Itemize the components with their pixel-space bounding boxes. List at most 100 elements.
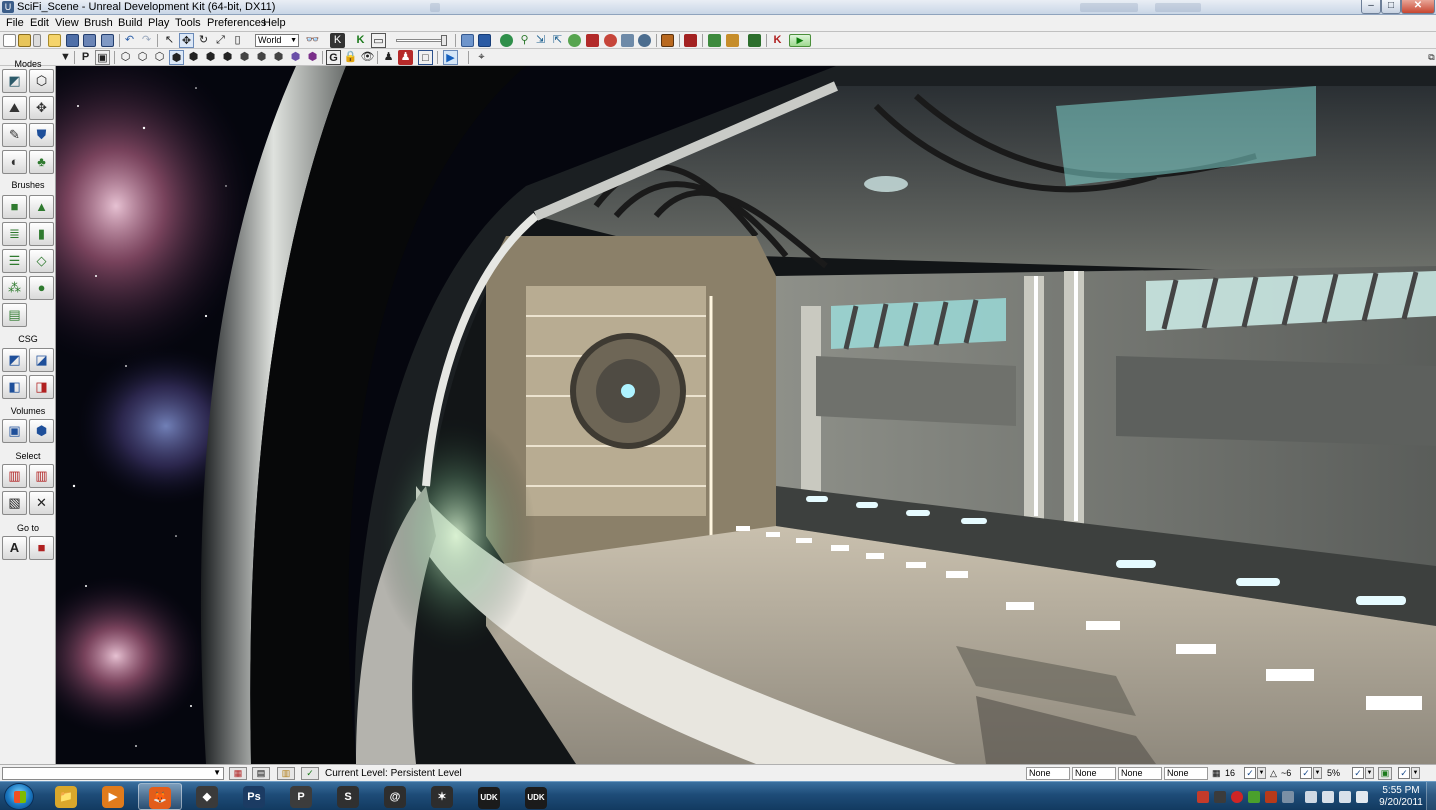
find-binoculars-icon[interactable]: 👓 [305, 33, 320, 48]
cylinder-brush-icon[interactable]: ▮ [29, 222, 54, 246]
kismet-green-icon[interactable]: K [353, 33, 368, 48]
play-in-viewport-icon[interactable]: ▶ [443, 50, 458, 65]
taskbar-item-app-s[interactable]: S [326, 783, 370, 810]
texture-align-icon[interactable]: ✥ [29, 96, 54, 120]
path-icon[interactable]: ⇲ [533, 33, 548, 48]
shader-complexity-icon[interactable]: ⬢ [254, 50, 269, 65]
unreal-frontend-icon[interactable]: K [770, 33, 785, 48]
save-all-icon[interactable] [101, 34, 114, 47]
taskbar-item-app-swirl[interactable]: @ [373, 783, 417, 810]
volume-shape-icon[interactable]: ⬢ [29, 419, 54, 443]
reflections-icon[interactable]: ⬢ [305, 50, 320, 65]
show-all-icon[interactable]: ✕ [29, 491, 54, 515]
spiral-stair-brush-icon[interactable]: ⁂ [2, 276, 27, 300]
grid-size-dropdown[interactable]: ▼ [1257, 767, 1266, 779]
wireframe-icon[interactable]: ⬡ [135, 50, 150, 65]
tray-icon-6[interactable] [1282, 791, 1294, 803]
menu-view[interactable]: View [55, 17, 79, 29]
taskbar-item-mixamo[interactable]: ✶ [420, 783, 464, 810]
build-all-icon[interactable] [661, 34, 674, 47]
menu-preferences[interactable]: Preferences [207, 17, 266, 29]
sheet-brush-icon[interactable]: ◇ [29, 249, 54, 273]
detail-lighting-icon[interactable]: ⬢ [186, 50, 201, 65]
recent-dropdown-icon[interactable] [33, 34, 41, 47]
open-recent-icon[interactable] [48, 34, 61, 47]
taskbar-item-unity[interactable]: ◆ [185, 783, 229, 810]
power-icon[interactable] [1339, 791, 1351, 803]
maximize-button[interactable]: □ [1381, 0, 1401, 14]
play-in-editor-button[interactable]: ▶ [789, 34, 811, 47]
lit-icon[interactable]: ⬢ [169, 50, 184, 65]
open-folder-icon[interactable] [18, 34, 31, 47]
tray-icon-3[interactable] [1231, 791, 1243, 803]
select-arrow-icon[interactable]: ↖ [162, 33, 177, 48]
build-paths-icon[interactable] [621, 34, 634, 47]
scale-icon[interactable]: ⤢ [213, 33, 228, 48]
brush-wireframe-icon[interactable]: ⬡ [118, 50, 133, 65]
tray-icon-1[interactable] [1197, 791, 1209, 803]
lighting-info-icon[interactable] [684, 34, 697, 47]
curved-stair-brush-icon[interactable]: ≣ [2, 222, 27, 246]
lock-icon[interactable]: 🔒 [343, 50, 358, 65]
foliage-icon[interactable]: ◐ [2, 150, 27, 174]
undo-icon[interactable]: ↶ [122, 33, 137, 48]
camera-mode-icon[interactable]: ◩ [2, 69, 27, 93]
terrain-icon[interactable] [568, 34, 581, 47]
minimize-button[interactable]: – [1361, 0, 1381, 14]
volume-icon[interactable] [1356, 791, 1368, 803]
title-bar[interactable]: U SciFi_Scene - Unreal Development Kit (… [0, 0, 1436, 15]
taskbar-item-firefox[interactable]: 🦊 [138, 783, 182, 810]
network-icon[interactable] [1322, 791, 1334, 803]
menu-file[interactable]: File [6, 17, 24, 29]
drag-grid-slider-track[interactable] [396, 39, 446, 42]
select-invert-icon[interactable]: ▧ [2, 491, 27, 515]
camera-icon[interactable]: ▣ [95, 50, 110, 65]
drag-grid-dropdown[interactable]: ▼ [1411, 767, 1420, 779]
menu-edit[interactable]: Edit [30, 17, 49, 29]
redo-icon[interactable]: ↷ [139, 33, 154, 48]
kismet-icon[interactable]: K [330, 33, 345, 48]
linear-stair-brush-icon[interactable]: ☰ [2, 249, 27, 273]
coordinate-system-select[interactable]: World ▼ [255, 34, 299, 47]
taskbar-item-windows-explorer[interactable]: 📁 [44, 783, 88, 810]
viewport-options-dropdown-icon[interactable]: ▼ [58, 50, 73, 65]
goto-builder-brush-icon[interactable]: ■ [29, 536, 54, 560]
lighting-only-lightmap-icon[interactable]: ⬢ [288, 50, 303, 65]
level-icon[interactable]: ⚲ [517, 33, 532, 48]
clock[interactable]: 5:55 PM 9/20/2011 [1371, 785, 1431, 809]
menu-build[interactable]: Build [118, 17, 142, 29]
cone-brush-icon[interactable]: ▲ [29, 195, 54, 219]
menu-play[interactable]: Play [148, 17, 169, 29]
realtime-icon[interactable]: ♟ [398, 50, 413, 65]
start-button[interactable] [4, 783, 34, 810]
perspective-icon[interactable]: P [78, 50, 93, 65]
level-visible-icon[interactable]: ✓ [301, 767, 319, 780]
scale-snap-checkbox[interactable]: ✓ [1352, 767, 1364, 779]
grid-snap-checkbox[interactable]: ✓ [1244, 767, 1256, 779]
content-browser-icon[interactable] [461, 34, 474, 47]
level-combo[interactable]: ▼ [2, 767, 224, 780]
tray-icon-perforce[interactable] [1214, 791, 1226, 803]
add-volume-icon[interactable]: ▣ [2, 419, 27, 443]
csg-deintersect-icon[interactable]: ◨ [29, 375, 54, 399]
geometry-mode-icon[interactable]: ⬡ [29, 69, 54, 93]
streaming-volumes-icon[interactable]: □ [418, 50, 433, 65]
game-view-icon[interactable]: G [326, 50, 341, 65]
close-button[interactable]: ✕ [1401, 0, 1435, 14]
terrain-edit-icon[interactable]: ⛰ [2, 96, 27, 120]
scale-snap-dropdown[interactable]: ▼ [1365, 767, 1374, 779]
tray-icon-4[interactable] [1248, 791, 1260, 803]
perspective-viewport[interactable] [56, 66, 1436, 764]
rotation-snap-checkbox[interactable]: ✓ [1300, 767, 1312, 779]
texture-density-icon[interactable]: ⬢ [237, 50, 252, 65]
landscape-icon[interactable]: ⛊ [29, 123, 54, 147]
lightmap-density-icon[interactable]: ⬢ [271, 50, 286, 65]
menu-brush[interactable]: Brush [84, 17, 113, 29]
drag-grid-slider-thumb[interactable] [441, 35, 447, 46]
light-complexity-icon[interactable]: ⬢ [220, 50, 235, 65]
non-uniform-scale-icon[interactable]: ▯ [230, 33, 245, 48]
show-selected-icon[interactable]: ▥ [2, 464, 27, 488]
save-icon[interactable] [66, 34, 79, 47]
csg-add-icon[interactable]: ◩ [2, 348, 27, 372]
hide-selected-icon[interactable]: ▥ [29, 464, 54, 488]
